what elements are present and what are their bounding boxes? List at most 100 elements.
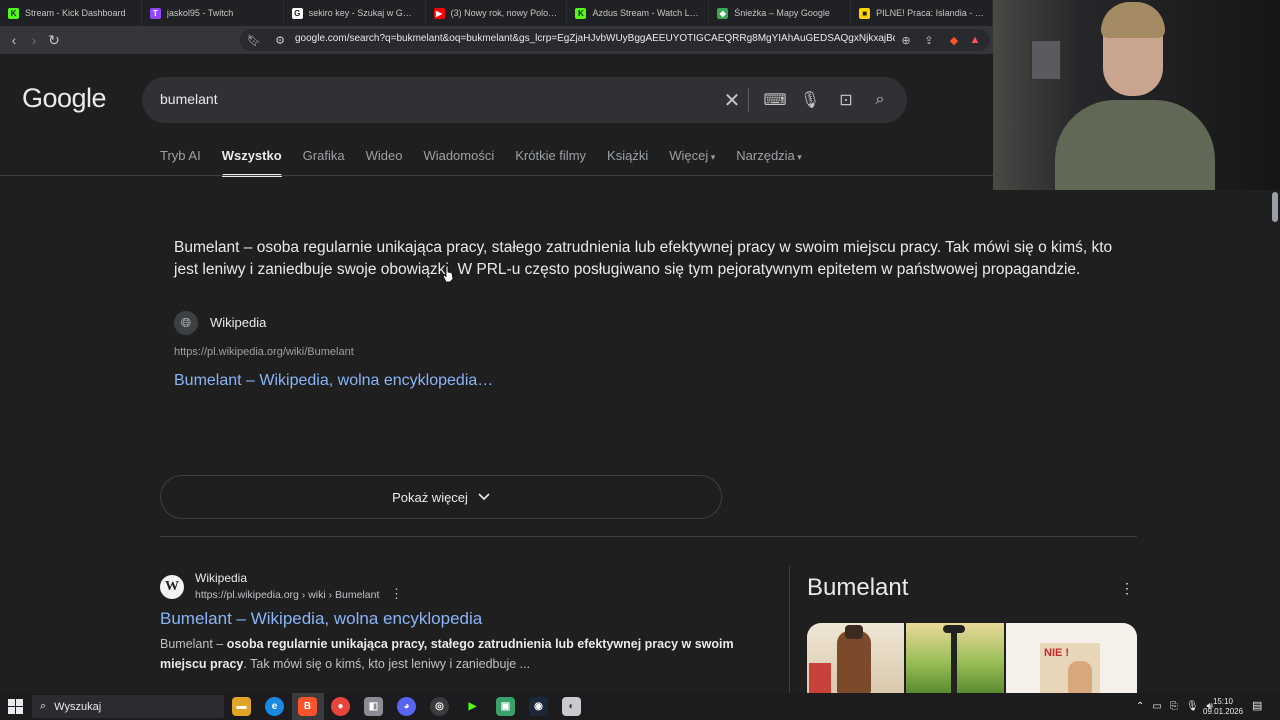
browser-tab[interactable]: ▶ (3) Nowy rok, nowy Polonez (n… xyxy=(426,0,568,26)
obs-icon[interactable]: ◎ xyxy=(430,697,449,716)
search-divider xyxy=(748,88,749,112)
lens-icon[interactable]: ⊡ xyxy=(835,89,857,111)
zoom-icon[interactable]: ⊕ xyxy=(898,32,914,48)
scrollbar[interactable] xyxy=(1268,190,1280,693)
chevron-down-icon xyxy=(478,493,490,501)
knowledge-panel-divider xyxy=(789,566,790,693)
kick-icon: K xyxy=(575,7,587,19)
microphone-icon[interactable]: 🎙︎ xyxy=(799,89,821,111)
chrome-icon[interactable]: ● xyxy=(331,697,350,716)
tab-książki[interactable]: Książki xyxy=(607,148,648,176)
browser-tab-title: PILNE! Praca: Islandia - Styczeń… xyxy=(876,8,984,18)
brave-icon[interactable]: B xyxy=(298,697,317,716)
youtube-icon: ▶ xyxy=(433,7,445,19)
edge-icon[interactable]: e xyxy=(265,697,284,716)
poster-image-3[interactable]: NIE ! xyxy=(1006,623,1137,693)
taskbar-search-placeholder: Wyszukaj xyxy=(54,700,102,713)
browser-tab[interactable]: ◆ Śnieżka – Mapy Google xyxy=(709,0,852,26)
search-input[interactable]: bumelant xyxy=(160,91,218,107)
notifications-icon[interactable]: ▤ xyxy=(1252,699,1262,712)
result-description: Bumelant – osoba regularnie unikająca pr… xyxy=(160,637,734,671)
share-icon[interactable]: ⇪ xyxy=(921,32,937,48)
tab-wiadomości[interactable]: Wiadomości xyxy=(423,148,494,176)
search-icon[interactable]: ⌕ xyxy=(869,89,891,111)
scrollbar-thumb[interactable] xyxy=(1272,192,1278,222)
section-divider xyxy=(160,536,1137,537)
tab-krótkie-filmy[interactable]: Krótkie filmy xyxy=(515,148,586,176)
webcam-overlay xyxy=(993,0,1280,190)
keyboard-icon[interactable]: ⌨︎ xyxy=(763,89,786,111)
discord-icon[interactable]: ◕ xyxy=(397,697,416,716)
browser-tab[interactable]: Gsekiro key - Szukaj w Google xyxy=(284,0,426,26)
mic-tray-icon[interactable]: 🎙︎ xyxy=(1186,701,1199,712)
knowledge-panel-title: Bumelant xyxy=(807,574,909,601)
snippet-link[interactable]: Bumelant – Wikipedia, wolna encyklopedia… xyxy=(174,372,493,390)
result-site-name[interactable]: Wikipedia xyxy=(195,571,247,585)
tab-więcej[interactable]: Więcej ▾ xyxy=(669,148,715,176)
ukraine-flag-icon: ■ xyxy=(859,7,871,19)
windows-start-icon[interactable] xyxy=(8,699,23,714)
usb-icon[interactable]: ⎘ xyxy=(1170,701,1178,712)
kick-icon: K xyxy=(8,7,19,19)
tab-grafika[interactable]: Grafika xyxy=(303,148,345,176)
more-options-icon[interactable]: ⋮ xyxy=(390,586,403,602)
file-explorer-icon[interactable]: ▬ xyxy=(232,697,251,716)
browser-tab[interactable]: Tjaskol95 - Twitch xyxy=(142,0,284,26)
show-more-label: Pokaż więcej xyxy=(392,489,468,505)
clock-time: 15:10 xyxy=(1212,697,1234,706)
dropdown-arrow-icon: ▾ xyxy=(794,152,802,162)
tab-wszystko[interactable]: Wszystko xyxy=(221,148,282,177)
show-more-button[interactable]: Pokaż więcej xyxy=(160,475,722,519)
google-icon: G xyxy=(291,7,303,19)
back-icon[interactable]: ‹ xyxy=(5,31,23,49)
maps-pin-icon: ◆ xyxy=(717,7,729,19)
network-icon[interactable]: ▭ xyxy=(1152,701,1161,712)
result-title-link[interactable]: Bumelant – Wikipedia, wolna encyklopedia xyxy=(160,609,482,629)
google-logo[interactable]: Google xyxy=(22,83,107,114)
browser-tab[interactable]: K Azdus Stream - Watch Live on… xyxy=(567,0,710,26)
clock[interactable]: 15:10 09.01.2026 xyxy=(1203,697,1243,717)
clock-date: 09.01.2026 xyxy=(1203,707,1244,716)
app-icon[interactable]: ◧ xyxy=(364,697,383,716)
game-icon[interactable]: ◐ xyxy=(562,697,581,716)
steam-icon[interactable]: ◉ xyxy=(529,697,548,716)
address-bar[interactable]: 🔖︎ ⚙︎ google.com/search?q=bukmelant&oq=b… xyxy=(240,29,990,51)
bookmark-icon[interactable]: 🔖︎ xyxy=(246,32,262,48)
browser-tab[interactable]: K Stream - Kick Dashboard xyxy=(0,0,142,26)
poster-image-1[interactable] xyxy=(807,623,904,693)
browser-tab-title: sekiro key - Szukaj w Google xyxy=(308,8,417,18)
twitch-icon: T xyxy=(149,7,161,19)
brave-rewards-icon[interactable]: ▲ xyxy=(967,32,983,48)
globe-icon: 🌐︎ xyxy=(174,311,198,335)
tab-wideo[interactable]: Wideo xyxy=(366,148,403,176)
taskbar-search[interactable]: ⌕ Wyszukaj xyxy=(32,695,224,718)
search-icon: ⌕ xyxy=(40,700,47,712)
snippet-source-name[interactable]: Wikipedia xyxy=(210,315,266,330)
wikipedia-favicon[interactable]: W xyxy=(160,575,184,599)
browser-toolbar: ‹ › ↻ 🔖︎ ⚙︎ google.com/search?q=bukmelan… xyxy=(0,26,993,54)
search-tabs: Tryb AI Wszystko Grafika Wideo Wiadomości Kró… xyxy=(160,148,823,177)
poster-image-2[interactable] xyxy=(906,623,1004,693)
forward-icon[interactable]: › xyxy=(25,31,43,49)
site-settings-icon[interactable]: ⚙︎ xyxy=(272,32,288,48)
brave-shield-icon[interactable]: ◆ xyxy=(946,32,962,48)
knowledge-panel-images[interactable]: NIE ! xyxy=(807,623,1137,693)
tray-chevron-icon[interactable]: ⌃ xyxy=(1136,701,1144,712)
media-player-icon[interactable]: ▶ xyxy=(463,697,482,716)
browser-tab-strip: K Stream - Kick Dashboard Tjaskol95 - Twit… xyxy=(0,0,994,26)
browser-tab[interactable]: ■ PILNE! Praca: Islandia - Styczeń… xyxy=(851,0,994,26)
browser-tab-title: (3) Nowy rok, nowy Polonez (n… xyxy=(450,8,559,18)
clear-icon[interactable]: ✕ xyxy=(721,89,743,112)
result-breadcrumb[interactable]: https://pl.wikipedia.org › wiki › Bumela… xyxy=(195,589,379,601)
featured-snippet-text: Bumelant – osoba regularnie unikająca pr… xyxy=(174,239,1113,278)
tab-tryb-ai[interactable]: Tryb AI xyxy=(160,148,201,176)
poster-text: NIE ! xyxy=(1044,647,1070,659)
windows-taskbar: ⌕ Wyszukaj ▬ e B ● ◧ ◕ ◎ ▶ ▣ ◉ ◐ ⌃ ▭ ⎘ 🎙… xyxy=(0,693,1280,720)
hand-cursor-icon xyxy=(442,265,454,283)
reload-icon[interactable]: ↻ xyxy=(45,31,63,49)
knowledge-panel-more-icon[interactable]: ⋮ xyxy=(1120,580,1134,597)
chat-app-icon[interactable]: ▣ xyxy=(496,697,515,716)
tab-narzędzia[interactable]: Narzędzia ▾ xyxy=(736,148,802,176)
search-box[interactable]: bumelant ✕ ⌨︎ 🎙︎ ⊡ ⌕ xyxy=(142,77,907,123)
url-text[interactable]: google.com/search?q=bukmelant&oq=bukmela… xyxy=(295,33,895,44)
